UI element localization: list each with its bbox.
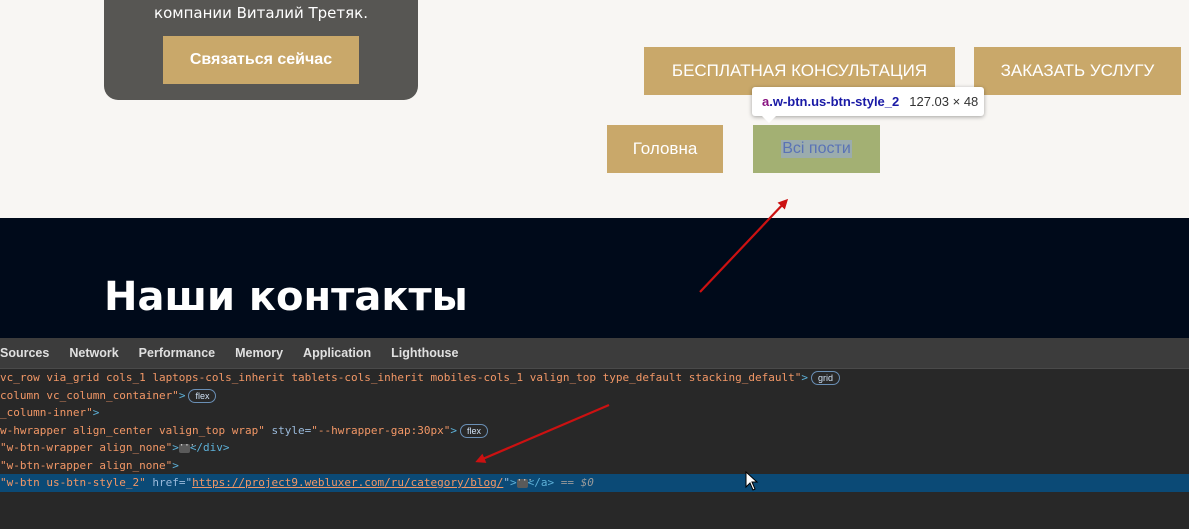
tooltip-classes: .w-btn.us-btn-style_2 [769, 94, 900, 109]
all-posts-button[interactable]: Всі пости [753, 125, 880, 173]
dom-node-row[interactable]: w-hwrapper align_center valign_top wrap"… [0, 422, 1189, 440]
tooltip-pointer [762, 116, 776, 123]
href-link[interactable]: https://project9.webluxer.com/ru/categor… [192, 476, 503, 489]
contact-now-button[interactable]: Связаться сейчас [163, 36, 359, 84]
dom-node-row[interactable]: _column-inner"> [0, 404, 1189, 422]
tab-network[interactable]: Network [59, 346, 128, 360]
tab-memory[interactable]: Memory [225, 346, 293, 360]
grid-badge[interactable]: grid [810, 371, 840, 385]
all-posts-label: Всі пости [781, 140, 852, 158]
tab-sources[interactable]: Sources [0, 346, 59, 360]
website-page: компании Виталий Третяк. Связаться сейча… [0, 0, 1189, 218]
home-button[interactable]: Головна [607, 125, 723, 173]
tooltip-size: 127.03 × 48 [909, 94, 979, 109]
tab-performance[interactable]: Performance [129, 346, 225, 360]
mouse-cursor-icon [745, 471, 759, 491]
flex-badge[interactable]: flex [188, 388, 217, 403]
order-service-button[interactable]: ЗАКАЗАТЬ УСЛУГУ [974, 47, 1181, 95]
collapsed-ellipsis-icon[interactable]: ··· [516, 476, 533, 488]
dom-node-row-selected[interactable]: "w-btn us-btn-style_2" href="https://pro… [0, 474, 1189, 492]
inspect-tooltip: a.w-btn.us-btn-style_2 127.03 × 48 [752, 87, 984, 116]
dom-node-row[interactable]: column vc_column_container"> flex [0, 387, 1189, 405]
tab-lighthouse[interactable]: Lighthouse [381, 346, 468, 360]
contacts-section: Наши контакты [0, 218, 1189, 338]
dom-node-row[interactable]: vc_row via_grid cols_1 laptops-cols_inhe… [0, 369, 1189, 387]
promo-text: компании Виталий Третяк. [154, 4, 368, 22]
dom-node-row[interactable]: "w-btn-wrapper align_none">···</div> [0, 439, 1189, 457]
devtools-panel: Sources Network Performance Memory Appli… [0, 338, 1189, 529]
flex-badge[interactable]: flex [459, 423, 488, 438]
collapsed-ellipsis-icon[interactable]: ··· [178, 441, 195, 453]
tab-application[interactable]: Application [293, 346, 381, 360]
elements-tree: vc_row via_grid cols_1 laptops-cols_inhe… [0, 369, 1189, 492]
contacts-heading: Наши контакты [104, 274, 468, 320]
devtools-tabbar: Sources Network Performance Memory Appli… [0, 338, 1189, 369]
dom-node-row[interactable]: "w-btn-wrapper align_none"> [0, 457, 1189, 475]
